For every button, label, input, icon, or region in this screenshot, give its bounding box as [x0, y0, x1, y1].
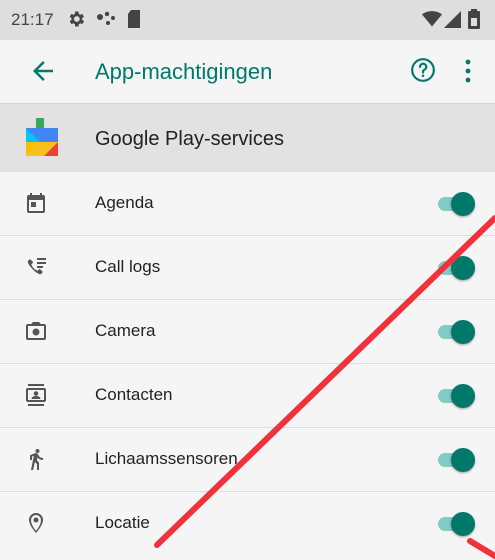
permission-label: Contacten: [95, 385, 173, 404]
permission-row-camera[interactable]: Camera: [0, 300, 495, 364]
call-log-icon: [27, 258, 46, 275]
google-play-services-logo: [26, 118, 58, 156]
permission-label: Locatie: [95, 513, 150, 532]
permission-row-call-logs[interactable]: Call logs: [0, 236, 495, 300]
permission-toggle[interactable]: [436, 255, 476, 281]
permission-toggle[interactable]: [436, 383, 476, 409]
more-options-icon[interactable]: [463, 58, 473, 84]
help-icon[interactable]: [410, 57, 436, 83]
location-icon: [29, 513, 43, 533]
camera-icon: [26, 322, 46, 340]
permission-row-contacten[interactable]: Contacten: [0, 364, 495, 428]
app-name: Google Play-services: [95, 128, 284, 150]
status-time: 21:17: [11, 10, 54, 29]
permission-row-locatie[interactable]: Locatie: [0, 492, 495, 560]
permission-row-lichaamssensoren[interactable]: Lichaamssensoren: [0, 428, 495, 492]
battery-icon: [468, 9, 480, 29]
cell-signal-icon: [444, 11, 461, 28]
permission-toggle[interactable]: [436, 319, 476, 345]
app-header: Google Play-services: [0, 104, 495, 172]
permission-toggle[interactable]: [436, 191, 476, 217]
contacts-icon: [26, 384, 46, 406]
body-sensors-icon: [30, 449, 43, 470]
settings-gear-icon: [69, 11, 84, 27]
permission-label: Agenda: [95, 193, 154, 212]
permission-toggle[interactable]: [436, 447, 476, 473]
permission-row-agenda[interactable]: Agenda: [0, 172, 495, 236]
notification-dots-icon: [97, 11, 115, 25]
sd-card-icon: [128, 10, 140, 28]
wifi-icon: [422, 11, 442, 27]
status-bar: 21:17: [0, 0, 495, 40]
calendar-icon: [27, 193, 45, 213]
permission-label: Camera: [95, 321, 156, 340]
app-bar: App-machtigingen: [0, 40, 495, 104]
permission-label: Call logs: [95, 257, 161, 276]
permission-toggle[interactable]: [436, 511, 476, 537]
page-title: App-machtigingen: [95, 59, 273, 84]
permission-label: Lichaamssensoren: [95, 449, 238, 468]
back-arrow-icon[interactable]: [28, 56, 58, 86]
